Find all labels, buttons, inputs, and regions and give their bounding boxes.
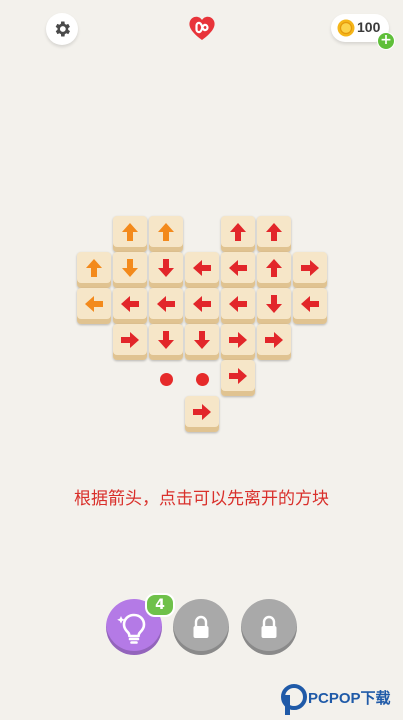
- coin-balance[interactable]: 100 +: [331, 14, 395, 50]
- settings-button[interactable]: [46, 13, 78, 45]
- watermark: PCPOP下载: [278, 683, 403, 720]
- gear-icon: [55, 21, 70, 37]
- arrow-down-icon: [158, 331, 174, 349]
- arrow-tile-up[interactable]: [77, 252, 111, 288]
- arrow-tile-up[interactable]: [257, 216, 291, 252]
- lock-icon: [261, 615, 277, 638]
- arrow-tile-right[interactable]: [257, 324, 291, 360]
- arrow-tile-down[interactable]: [149, 324, 183, 360]
- arrow-tile-down[interactable]: [257, 288, 291, 324]
- arrow-tile-left[interactable]: [113, 288, 147, 324]
- lives-indicator[interactable]: [187, 14, 217, 42]
- arrow-down-icon: [122, 259, 138, 277]
- arrow-tile-left[interactable]: [77, 288, 111, 324]
- arrow-left-icon: [193, 296, 211, 312]
- locked-powerup-button[interactable]: [173, 599, 229, 655]
- arrow-left-icon: [193, 260, 211, 276]
- arrow-tile-up[interactable]: [149, 216, 183, 252]
- arrow-right-icon: [301, 260, 319, 276]
- arrow-tile-left[interactable]: [185, 288, 219, 324]
- arrow-up-icon: [86, 259, 102, 277]
- arrow-up-icon: [266, 259, 282, 277]
- arrow-left-icon: [121, 296, 139, 312]
- arrow-up-icon: [122, 223, 138, 241]
- heart-infinity-icon: [189, 16, 215, 40]
- arrow-left-icon: [229, 260, 247, 276]
- arrow-left-icon: [301, 296, 319, 312]
- arrow-tile-left[interactable]: [221, 252, 255, 288]
- arrow-tile-left[interactable]: [221, 288, 255, 324]
- watermark-text: PCPOP下载: [308, 690, 391, 707]
- arrow-right-icon: [229, 368, 247, 384]
- arrow-tile-up[interactable]: [257, 252, 291, 288]
- arrow-left-icon: [157, 296, 175, 312]
- arrow-tile-right[interactable]: [221, 324, 255, 360]
- arrow-tile-up[interactable]: [113, 216, 147, 252]
- arrow-right-icon: [193, 404, 211, 420]
- arrow-tile-down[interactable]: [149, 252, 183, 288]
- arrow-tile-down[interactable]: [185, 324, 219, 360]
- arrow-left-icon: [229, 296, 247, 312]
- arrow-tile-right[interactable]: [113, 324, 147, 360]
- arrow-right-icon: [229, 332, 247, 348]
- instruction-text: 根据箭头，点击可以先离开的方块: [74, 489, 329, 509]
- arrow-right-icon: [265, 332, 283, 348]
- arrow-tile-left[interactable]: [293, 288, 327, 324]
- arrow-down-icon: [194, 331, 210, 349]
- arrow-down-icon: [266, 295, 282, 313]
- arrow-up-icon: [158, 223, 174, 241]
- arrow-down-icon: [158, 259, 174, 277]
- red-dot-marker: [196, 373, 209, 386]
- coin-count: 100: [357, 19, 381, 35]
- coin-icon: [337, 19, 355, 37]
- arrow-left-icon: [85, 296, 103, 312]
- arrow-up-icon: [230, 223, 246, 241]
- locked-powerup-button[interactable]: [241, 599, 297, 655]
- hint-count-badge: 4: [145, 593, 175, 617]
- arrow-tile-right[interactable]: [185, 396, 219, 432]
- pcpop-logo-icon: [281, 684, 307, 715]
- arrow-tile-down[interactable]: [113, 252, 147, 288]
- lock-icon: [193, 615, 209, 638]
- arrow-tile-right[interactable]: [221, 360, 255, 396]
- red-dot-marker: [160, 373, 173, 386]
- arrow-tile-left[interactable]: [149, 288, 183, 324]
- arrow-right-icon: [121, 332, 139, 348]
- arrow-up-icon: [266, 223, 282, 241]
- arrow-tile-up[interactable]: [221, 216, 255, 252]
- arrow-tile-left[interactable]: [185, 252, 219, 288]
- add-coins-button[interactable]: +: [377, 32, 395, 50]
- arrow-tile-right[interactable]: [293, 252, 327, 288]
